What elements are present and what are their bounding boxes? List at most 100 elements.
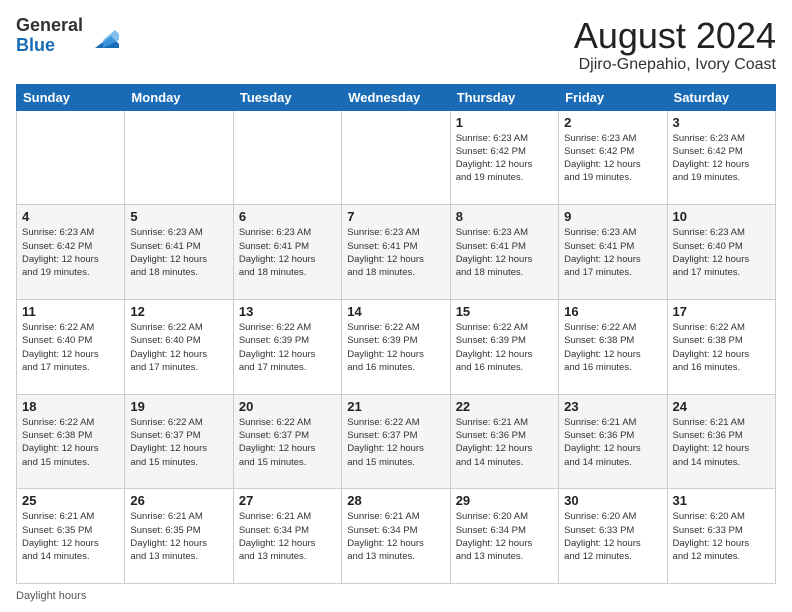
logo-blue: Blue (16, 35, 55, 55)
daylight-label: Daylight hours (16, 590, 86, 602)
day-number: 5 (130, 209, 227, 224)
calendar-cell: 14 Sunrise: 6:22 AM Sunset: 6:39 PM Dayli… (342, 299, 450, 394)
calendar-cell: 13 Sunrise: 6:22 AM Sunset: 6:39 PM Dayli… (233, 299, 341, 394)
day-info: Sunrise: 6:22 AM Sunset: 6:38 PM Dayligh… (22, 416, 119, 469)
logo: General Blue (16, 16, 119, 56)
day-header-thursday: Thursday (450, 84, 558, 110)
day-info: Sunrise: 6:22 AM Sunset: 6:39 PM Dayligh… (456, 321, 553, 374)
day-info: Sunrise: 6:23 AM Sunset: 6:41 PM Dayligh… (347, 226, 444, 279)
day-info: Sunrise: 6:21 AM Sunset: 6:36 PM Dayligh… (564, 416, 661, 469)
day-info: Sunrise: 6:22 AM Sunset: 6:37 PM Dayligh… (239, 416, 336, 469)
day-number: 8 (456, 209, 553, 224)
calendar-week-row: 18Sunrise: 6:22 AM Sunset: 6:38 PM Dayli… (17, 394, 776, 489)
calendar-cell: 25Sunrise: 6:21 AM Sunset: 6:35 PM Dayli… (17, 489, 125, 584)
day-number: 4 (22, 209, 119, 224)
calendar-cell: 17Sunrise: 6:22 AM Sunset: 6:38 PM Dayli… (667, 299, 775, 394)
day-info: Sunrise: 6:23 AM Sunset: 6:42 PM Dayligh… (456, 132, 553, 185)
calendar-cell: 31Sunrise: 6:20 AM Sunset: 6:33 PM Dayli… (667, 489, 775, 584)
calendar-cell: 26Sunrise: 6:21 AM Sunset: 6:35 PM Dayli… (125, 489, 233, 584)
day-number: 1 (456, 115, 553, 130)
day-number: 12 (130, 304, 227, 319)
logo-general: General (16, 15, 83, 35)
calendar-week-row: 11 Sunrise: 6:22 AM Sunset: 6:40 PM Dayli… (17, 299, 776, 394)
calendar-cell: 20Sunrise: 6:22 AM Sunset: 6:37 PM Dayli… (233, 394, 341, 489)
location: Djiro-Gnepahio, Ivory Coast (574, 56, 776, 74)
header: General Blue August 2024 Djiro-Gnepahio,… (16, 16, 776, 74)
calendar-cell: 30 Sunrise: 6:20 AM Sunset: 6:33 PM Dayli… (559, 489, 667, 584)
day-number: 26 (130, 493, 227, 508)
day-info: Sunrise: 6:21 AM Sunset: 6:34 PM Dayligh… (239, 510, 336, 563)
day-number: 23 (564, 399, 661, 414)
day-number: 21 (347, 399, 444, 414)
day-number: 14 (347, 304, 444, 319)
day-info: Sunrise: 6:23 AM Sunset: 6:42 PM Dayligh… (673, 132, 770, 185)
calendar-cell: 23 Sunrise: 6:21 AM Sunset: 6:36 PM Dayli… (559, 394, 667, 489)
month-year: August 2024 (574, 16, 776, 56)
day-info: Sunrise: 6:22 AM Sunset: 6:40 PM Dayligh… (130, 321, 227, 374)
day-number: 11 (22, 304, 119, 319)
calendar-cell: 10 Sunrise: 6:23 AM Sunset: 6:40 PM Dayli… (667, 205, 775, 300)
day-header-friday: Friday (559, 84, 667, 110)
calendar-cell: 9 Sunrise: 6:23 AM Sunset: 6:41 PM Daylig… (559, 205, 667, 300)
calendar-cell: 7 Sunrise: 6:23 AM Sunset: 6:41 PM Daylig… (342, 205, 450, 300)
day-number: 6 (239, 209, 336, 224)
calendar-week-row: 25Sunrise: 6:21 AM Sunset: 6:35 PM Dayli… (17, 489, 776, 584)
day-number: 25 (22, 493, 119, 508)
day-number: 16 (564, 304, 661, 319)
footer: Daylight hours (16, 590, 776, 602)
day-info: Sunrise: 6:20 AM Sunset: 6:34 PM Dayligh… (456, 510, 553, 563)
logo-icon (87, 20, 119, 52)
day-info: Sunrise: 6:22 AM Sunset: 6:37 PM Dayligh… (347, 416, 444, 469)
calendar-cell: 16Sunrise: 6:22 AM Sunset: 6:38 PM Dayli… (559, 299, 667, 394)
calendar-header-row: SundayMondayTuesdayWednesdayThursdayFrid… (17, 84, 776, 110)
day-info: Sunrise: 6:22 AM Sunset: 6:39 PM Dayligh… (347, 321, 444, 374)
day-number: 7 (347, 209, 444, 224)
day-header-tuesday: Tuesday (233, 84, 341, 110)
calendar-cell (342, 110, 450, 205)
calendar-cell: 8 Sunrise: 6:23 AM Sunset: 6:41 PM Daylig… (450, 205, 558, 300)
calendar-cell (125, 110, 233, 205)
calendar-table: SundayMondayTuesdayWednesdayThursdayFrid… (16, 84, 776, 584)
day-number: 13 (239, 304, 336, 319)
day-info: Sunrise: 6:22 AM Sunset: 6:39 PM Dayligh… (239, 321, 336, 374)
day-number: 30 (564, 493, 661, 508)
day-number: 9 (564, 209, 661, 224)
day-info: Sunrise: 6:21 AM Sunset: 6:36 PM Dayligh… (456, 416, 553, 469)
day-number: 17 (673, 304, 770, 319)
day-info: Sunrise: 6:21 AM Sunset: 6:34 PM Dayligh… (347, 510, 444, 563)
calendar-cell: 22 Sunrise: 6:21 AM Sunset: 6:36 PM Dayli… (450, 394, 558, 489)
calendar-cell (17, 110, 125, 205)
day-info: Sunrise: 6:20 AM Sunset: 6:33 PM Dayligh… (673, 510, 770, 563)
calendar-cell: 19Sunrise: 6:22 AM Sunset: 6:37 PM Dayli… (125, 394, 233, 489)
day-info: Sunrise: 6:23 AM Sunset: 6:41 PM Dayligh… (130, 226, 227, 279)
day-info: Sunrise: 6:23 AM Sunset: 6:40 PM Dayligh… (673, 226, 770, 279)
calendar-week-row: 1 Sunrise: 6:23 AM Sunset: 6:42 PM Daylig… (17, 110, 776, 205)
calendar-cell: 12 Sunrise: 6:22 AM Sunset: 6:40 PM Dayli… (125, 299, 233, 394)
title-block: August 2024 Djiro-Gnepahio, Ivory Coast (574, 16, 776, 74)
calendar-cell: 2 Sunrise: 6:23 AM Sunset: 6:42 PM Daylig… (559, 110, 667, 205)
calendar-cell: 27 Sunrise: 6:21 AM Sunset: 6:34 PM Dayli… (233, 489, 341, 584)
day-info: Sunrise: 6:23 AM Sunset: 6:42 PM Dayligh… (564, 132, 661, 185)
calendar-week-row: 4 Sunrise: 6:23 AM Sunset: 6:42 PM Daylig… (17, 205, 776, 300)
calendar-cell: 11Sunrise: 6:22 AM Sunset: 6:40 PM Dayli… (17, 299, 125, 394)
day-number: 24 (673, 399, 770, 414)
day-number: 15 (456, 304, 553, 319)
calendar-cell: 3Sunrise: 6:23 AM Sunset: 6:42 PM Daylig… (667, 110, 775, 205)
day-number: 28 (347, 493, 444, 508)
calendar-cell: 6 Sunrise: 6:23 AM Sunset: 6:41 PM Daylig… (233, 205, 341, 300)
day-info: Sunrise: 6:20 AM Sunset: 6:33 PM Dayligh… (564, 510, 661, 563)
day-info: Sunrise: 6:23 AM Sunset: 6:42 PM Dayligh… (22, 226, 119, 279)
day-info: Sunrise: 6:23 AM Sunset: 6:41 PM Dayligh… (564, 226, 661, 279)
day-number: 10 (673, 209, 770, 224)
day-info: Sunrise: 6:23 AM Sunset: 6:41 PM Dayligh… (456, 226, 553, 279)
day-header-saturday: Saturday (667, 84, 775, 110)
day-number: 2 (564, 115, 661, 130)
day-info: Sunrise: 6:21 AM Sunset: 6:36 PM Dayligh… (673, 416, 770, 469)
page: General Blue August 2024 Djiro-Gnepahio,… (0, 0, 792, 612)
day-number: 29 (456, 493, 553, 508)
day-number: 22 (456, 399, 553, 414)
day-number: 27 (239, 493, 336, 508)
calendar-cell: 29 Sunrise: 6:20 AM Sunset: 6:34 PM Dayli… (450, 489, 558, 584)
day-info: Sunrise: 6:22 AM Sunset: 6:37 PM Dayligh… (130, 416, 227, 469)
day-info: Sunrise: 6:23 AM Sunset: 6:41 PM Dayligh… (239, 226, 336, 279)
